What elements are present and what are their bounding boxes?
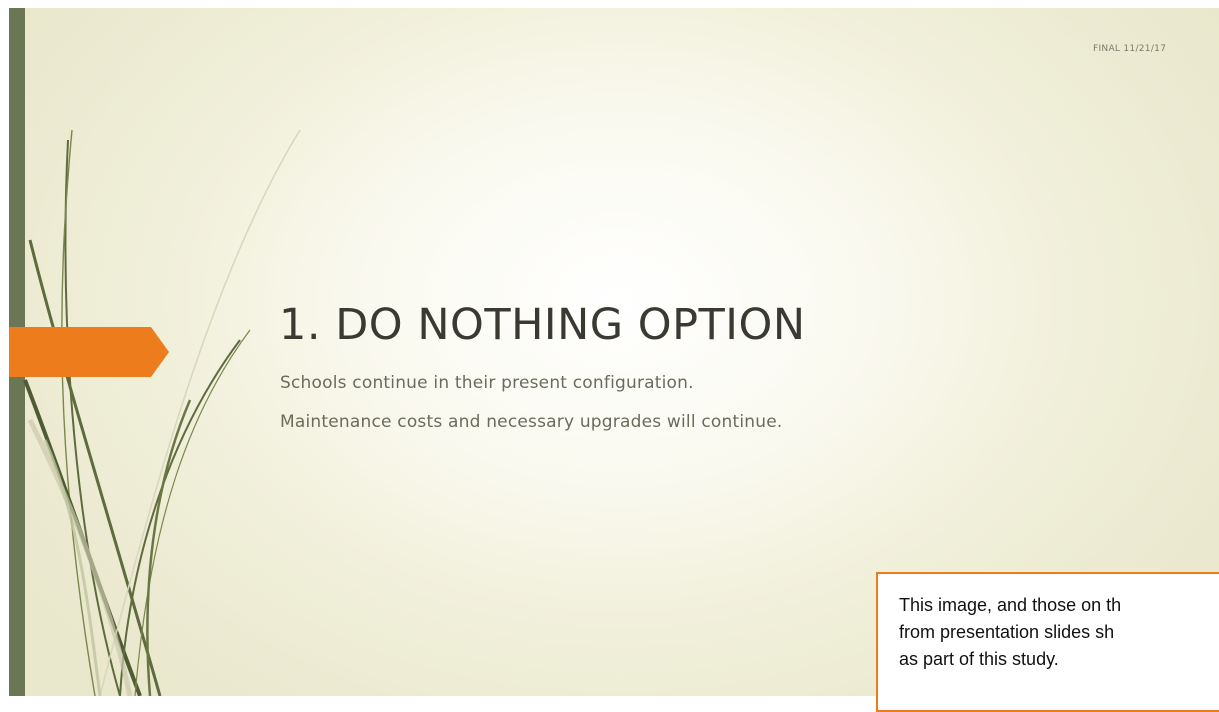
subtitle-line: Schools continue in their present config…: [280, 373, 694, 393]
caption-line: This image, and those on th: [899, 595, 1122, 615]
caption-line: as part of this study.: [899, 649, 1059, 669]
caption-line: from presentation slides sh: [899, 622, 1115, 642]
caption-note-text: This image, and those on th from presenta…: [899, 592, 1219, 673]
date-stamp: FINAL 11/21/17: [1093, 44, 1167, 54]
slide-title: 1. DO NOTHING OPTION: [279, 300, 806, 350]
orange-arrow-icon: [9, 327, 169, 377]
subtitle-line: Maintenance costs and necessary upgrades…: [280, 412, 783, 432]
